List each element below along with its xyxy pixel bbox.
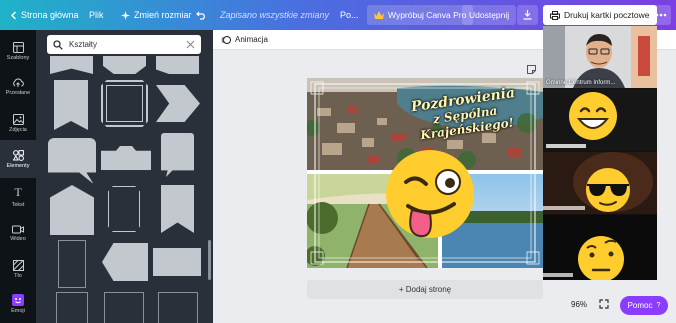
shape-bookmark[interactable] — [54, 80, 88, 130]
rail-item-video[interactable]: Wideo — [0, 214, 36, 252]
magic-resize-icon — [121, 10, 130, 20]
print-postcards-button[interactable]: Drukuj kartki pocztowe — [543, 5, 657, 25]
shape-square-outline-a[interactable] — [56, 292, 88, 323]
search-icon — [53, 39, 63, 50]
more-options-button[interactable] — [651, 5, 671, 25]
photo-icon — [12, 113, 24, 125]
resize-label: Zmień rozmiar — [134, 10, 192, 20]
text-icon: T — [14, 184, 22, 199]
rail-label-text: Tekst — [11, 201, 25, 208]
side-rail: Szablony Przesłane Zdjęcia Elementy T Te… — [0, 30, 36, 323]
grinning-emoji — [546, 92, 617, 148]
zoom-level[interactable]: 96% — [571, 300, 587, 309]
undo-icon — [196, 11, 205, 20]
fullscreen-icon[interactable] — [599, 299, 609, 309]
winking-tongue-emoji[interactable] — [384, 148, 476, 240]
sunglasses-emoji — [543, 152, 653, 212]
home-link[interactable]: Strona główna — [10, 0, 79, 30]
shape-ribbon-top[interactable] — [50, 56, 93, 74]
shape-callout-box[interactable] — [161, 133, 194, 177]
shape-square-outline-b[interactable] — [104, 292, 144, 323]
animation-icon — [221, 35, 231, 44]
rail-label-uploads: Przesłane — [5, 90, 31, 96]
home-link-label: Strona główna — [21, 10, 79, 20]
animation-button[interactable]: Animacja — [235, 35, 268, 44]
postcard-page[interactable]: Pozdrowienia z Sępólna Krajeńskiego! — [307, 78, 543, 268]
shape-rounded-rect[interactable] — [153, 248, 201, 276]
shape-folder-tab[interactable] — [101, 146, 151, 170]
help-question-icon: ? — [656, 302, 661, 309]
truncated-menu-label: Po... — [340, 10, 359, 20]
webcam-person — [543, 26, 657, 88]
shape-speech-bubble[interactable] — [48, 138, 96, 184]
crown-icon — [374, 11, 384, 19]
shape-ornate-frame[interactable] — [101, 80, 148, 127]
shape-rect-outline[interactable] — [58, 240, 86, 288]
rail-item-templates[interactable]: Szablony — [0, 32, 36, 70]
truncated-menu[interactable]: Po... — [340, 0, 359, 30]
search-input[interactable]: Kształty — [69, 40, 186, 49]
shape-tab-top[interactable] — [156, 56, 199, 74]
rail-label-background: Tło — [14, 272, 22, 279]
more-dots-icon — [655, 13, 667, 17]
file-menu[interactable]: Plik — [89, 0, 104, 30]
emoji-icon — [12, 294, 24, 306]
video-icon — [12, 225, 24, 233]
video-call-overlay: Gminne Centrum Inform... — [543, 26, 657, 280]
download-icon — [523, 10, 532, 20]
share-label: Udostępnij — [469, 10, 510, 20]
save-status: Zapisano wszystkie zmiany — [220, 0, 329, 30]
template-icon — [12, 41, 24, 53]
shape-hexagon-top[interactable] — [103, 56, 146, 74]
try-pro-label: Wypróbuj Canva Pro — [388, 10, 467, 20]
background-icon — [12, 259, 24, 271]
shape-octagon-outline[interactable] — [108, 186, 140, 232]
shape-chevron-arrow[interactable] — [156, 85, 200, 122]
rail-item-photos[interactable]: Zdjęcia — [0, 104, 36, 142]
file-menu-label: Plik — [89, 10, 104, 20]
help-button[interactable]: Pomoc ? — [620, 296, 668, 315]
notes-icon[interactable] — [527, 65, 536, 74]
rail-item-background[interactable]: Tło — [0, 250, 36, 288]
video-tile-eyebrow[interactable] — [543, 215, 657, 280]
download-button[interactable] — [517, 5, 538, 25]
resize-button[interactable]: Zmień rozmiar — [121, 0, 192, 30]
add-page-label: + Dodaj stronę — [398, 285, 452, 294]
upload-icon — [13, 78, 24, 87]
rail-label-elements: Elementy — [6, 162, 30, 169]
video-tile-grin[interactable] — [543, 89, 657, 151]
elements-icon — [12, 149, 24, 161]
raised-eyebrow-emoji — [543, 236, 624, 280]
undo-button[interactable] — [196, 0, 207, 30]
participant-name: Gminne Centrum Inform... — [546, 80, 616, 86]
rail-item-uploads[interactable]: Przesłane — [0, 68, 36, 106]
print-postcards-label: Drukuj kartki pocztowe — [564, 10, 650, 20]
rail-item-elements[interactable]: Elementy — [0, 140, 36, 178]
shape-square-outline-c[interactable] — [158, 292, 198, 323]
rail-item-text[interactable]: T Tekst — [0, 177, 36, 215]
rail-label-photos: Zdjęcia — [9, 126, 27, 133]
chevron-left-icon — [11, 11, 16, 19]
rail-label-video: Wideo — [10, 235, 26, 242]
rail-item-emoji[interactable]: Emoji — [0, 285, 36, 323]
share-button[interactable]: Udostępnij — [462, 5, 517, 25]
panel-scrollbar[interactable] — [208, 240, 211, 280]
help-label: Pomoc — [627, 301, 653, 310]
shape-pennant-banner[interactable] — [161, 185, 194, 233]
shape-pentagon-house[interactable] — [50, 185, 94, 235]
search-box[interactable]: Kształty — [47, 35, 201, 54]
save-status-label: Zapisano wszystkie zmiany — [220, 10, 330, 20]
elements-panel: Kształty — [36, 30, 213, 323]
zoom-value: 96% — [571, 300, 588, 309]
shape-arrow-tag[interactable] — [102, 243, 148, 281]
video-tile-webcam[interactable]: Gminne Centrum Inform... — [543, 26, 657, 88]
rail-label-emoji: Emoji — [11, 308, 25, 314]
clear-icon[interactable] — [186, 40, 195, 49]
video-tile-sunglasses[interactable] — [543, 152, 657, 214]
printer-icon — [550, 10, 560, 20]
try-pro-button[interactable]: Wypróbuj Canva Pro — [367, 5, 474, 25]
add-page-button[interactable]: + Dodaj stronę — [307, 280, 543, 299]
rail-label-templates: Szablony — [6, 54, 30, 61]
